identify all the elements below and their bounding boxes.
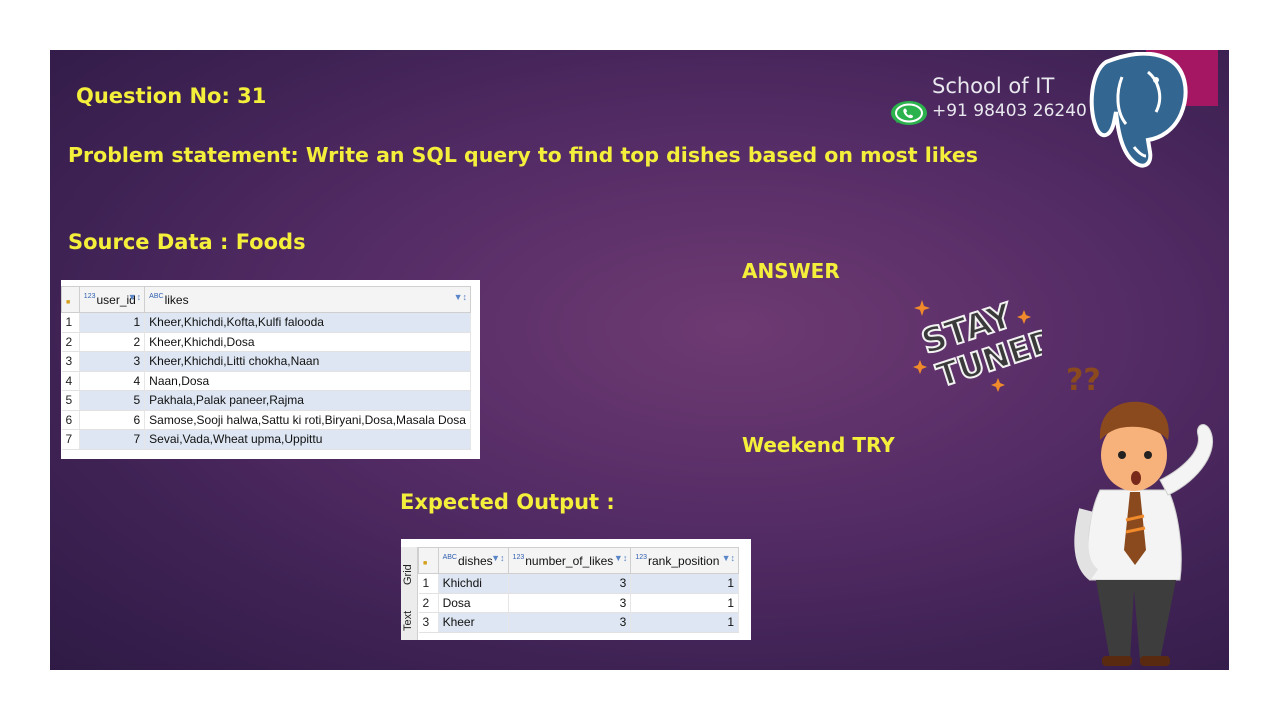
table-row[interactable]: 1 Khichdi 3 1	[418, 573, 739, 594]
slide: Question No: 31 Problem statement: Write…	[50, 50, 1229, 670]
tab-text[interactable]: Text	[402, 611, 414, 631]
table-row[interactable]: 1 1 Kheer,Khichdi,Kofta,Kulfi falooda	[61, 312, 471, 333]
stay-tuned-sticker: STAY TUNED	[912, 290, 1062, 400]
table-row[interactable]: 4 4 Naan,Dosa	[61, 371, 471, 391]
answer-label: ANSWER	[742, 259, 840, 283]
table-row[interactable]: 2 Dosa 3 1	[418, 593, 739, 613]
column-header-dishes[interactable]: ABCdishes ▼↕	[437, 547, 509, 574]
tab-grid[interactable]: Grid	[402, 564, 414, 585]
table-row[interactable]: 2 2 Kheer,Khichdi,Dosa	[61, 332, 471, 352]
output-data-grid[interactable]: Grid Text ■ ABCdishes ▼↕ 123number_of_li…	[401, 539, 751, 640]
filter-sort-icon[interactable]: ▼↕	[614, 553, 627, 563]
question-title: Question No: 31	[76, 84, 267, 108]
sql-editor-strip	[401, 539, 751, 545]
corner-cell: ■	[61, 286, 80, 313]
expected-output-label: Expected Output :	[400, 490, 615, 514]
table-row[interactable]: 5 5 Pakhala,Palak paneer,Rajma	[61, 390, 471, 411]
brand-name: School of IT	[932, 74, 1055, 98]
confused-man-illustration: ??	[1060, 360, 1229, 670]
brand-phone: +91 98403 26240	[932, 101, 1087, 121]
whatsapp-icon	[890, 100, 928, 126]
table-row[interactable]: 6 6 Samose,Sooji halwa,Sattu ki roti,Bir…	[61, 410, 471, 430]
weekend-try-label: Weekend TRY	[742, 433, 895, 457]
filter-sort-icon[interactable]: ▼↕	[491, 553, 504, 563]
problem-statement: Problem statement: Write an SQL query to…	[68, 143, 978, 167]
output-table: ■ ABCdishes ▼↕ 123number_of_likes ▼↕ 123…	[418, 547, 739, 633]
column-header-number-of-likes[interactable]: 123number_of_likes ▼↕	[507, 547, 632, 574]
source-table: ■ 123user_id ▼↕ ABClikes ▼↕ 1 1 Kheer,Kh…	[61, 286, 471, 450]
column-header-user-id[interactable]: 123user_id ▼↕	[78, 286, 146, 313]
source-data-label: Source Data : Foods	[68, 230, 306, 254]
table-row[interactable]: 3 3 Kheer,Khichdi,Litti chokha,Naan	[61, 351, 471, 372]
column-header-likes[interactable]: ABClikes ▼↕	[144, 286, 471, 313]
question-marks: ??	[1066, 363, 1101, 398]
source-data-grid[interactable]: ■ 123user_id ▼↕ ABClikes ▼↕ 1 1 Kheer,Kh…	[61, 280, 480, 459]
filter-sort-icon[interactable]: ▼↕	[128, 292, 141, 302]
table-row[interactable]: 3 Kheer 3 1	[418, 612, 739, 633]
table-row[interactable]: 7 7 Sevai,Vada,Wheat upma,Uppittu	[61, 429, 471, 450]
filter-sort-icon[interactable]: ▼↕	[454, 292, 467, 302]
postgresql-elephant-icon	[1086, 51, 1192, 178]
corner-cell: ■	[418, 547, 439, 574]
view-mode-tabs: Grid Text	[401, 547, 418, 640]
filter-sort-icon[interactable]: ▼↕	[722, 553, 735, 563]
column-header-rank-position[interactable]: 123rank_position ▼↕	[630, 547, 739, 574]
